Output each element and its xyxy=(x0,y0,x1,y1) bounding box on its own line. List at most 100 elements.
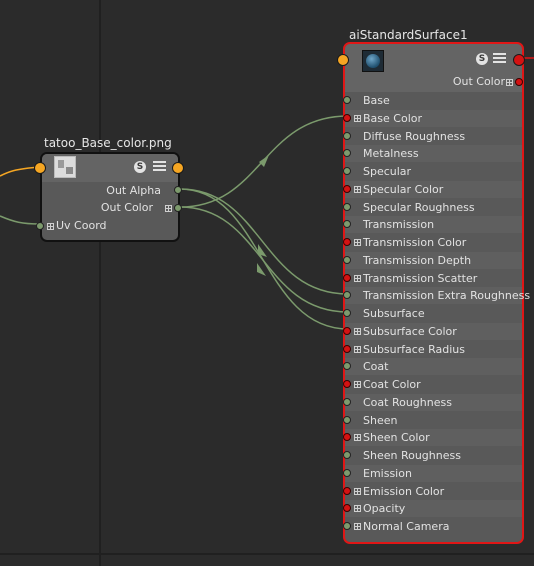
attribute-row[interactable]: Specular Roughness xyxy=(343,199,522,216)
attribute-row[interactable]: Transmission xyxy=(343,216,522,234)
attribute-input-port[interactable] xyxy=(343,149,351,158)
attribute-list-icon[interactable] xyxy=(493,53,506,64)
attribute-row[interactable]: Sheen xyxy=(343,412,522,429)
attribute-input-port[interactable] xyxy=(343,415,351,424)
attribute-label: Base Color xyxy=(363,111,423,125)
expand-attribute-icon[interactable] xyxy=(354,505,361,513)
attribute-row[interactable]: Opacity xyxy=(343,500,522,518)
attribute-label: Metalness xyxy=(363,147,419,161)
texture-output-port[interactable] xyxy=(172,162,184,174)
uv-coord-port[interactable] xyxy=(36,222,44,230)
texture-input-port[interactable] xyxy=(34,162,46,174)
attribute-row[interactable]: Transmission Color xyxy=(343,234,522,251)
out-color-label: Out Color xyxy=(452,75,505,88)
shader-node-title: aiStandardSurface1 xyxy=(349,28,468,42)
attribute-input-port[interactable] xyxy=(343,255,351,264)
out-alpha-port[interactable] xyxy=(174,186,182,194)
attribute-label: Specular Roughness xyxy=(363,200,475,214)
attribute-row[interactable]: Subsurface Color xyxy=(343,322,522,340)
attribute-input-port[interactable] xyxy=(343,433,351,442)
attribute-row[interactable]: Coat Roughness xyxy=(343,393,522,411)
expand-attribute-icon[interactable] xyxy=(354,185,361,193)
attribute-row[interactable]: Normal Camera xyxy=(343,518,522,535)
attribute-input-port[interactable] xyxy=(343,468,351,477)
attribute-input-port[interactable] xyxy=(343,273,351,282)
attribute-label: Specular Color xyxy=(363,182,444,196)
expand-attribute-icon[interactable] xyxy=(354,434,361,442)
out-color-expand-icon[interactable] xyxy=(506,79,513,86)
attribute-label: Sheen Roughness xyxy=(363,449,461,462)
attribute-label: Subsurface Color xyxy=(363,324,457,338)
out-color-port[interactable] xyxy=(515,78,523,86)
incoming-connection-uvcoord xyxy=(0,215,41,225)
attribute-row[interactable]: Transmission Depth xyxy=(343,251,522,269)
attribute-label: Diffuse Roughness xyxy=(363,129,466,143)
attribute-input-port[interactable] xyxy=(343,202,351,211)
connection-outalpha-transmissionextra xyxy=(179,188,349,295)
expand-attribute-icon[interactable] xyxy=(354,381,361,388)
attribute-input-port[interactable] xyxy=(343,291,351,300)
texture-file-node[interactable]: S Out Alpha Out Color Uv Coord xyxy=(34,152,184,242)
attribute-row[interactable]: Metalness xyxy=(343,145,522,163)
expand-attribute-icon[interactable] xyxy=(354,114,361,122)
attribute-label: Coat Roughness xyxy=(363,395,452,409)
attribute-input-port[interactable] xyxy=(343,504,351,513)
attribute-input-port[interactable] xyxy=(343,451,351,459)
expand-attribute-icon[interactable] xyxy=(354,345,361,353)
expand-attribute-icon[interactable] xyxy=(354,327,361,335)
uv-coord-expand-icon[interactable] xyxy=(47,223,54,230)
attribute-row[interactable]: Base xyxy=(343,92,522,109)
attribute-label: Normal Camera xyxy=(363,520,450,533)
attribute-row[interactable]: Specular Color xyxy=(343,180,522,198)
attribute-input-port[interactable] xyxy=(343,113,351,122)
attribute-label: Specular xyxy=(363,165,412,178)
attribute-input-port[interactable] xyxy=(343,184,351,193)
attribute-row[interactable]: Transmission Extra Roughness xyxy=(343,287,530,305)
attribute-row[interactable]: Transmission Scatter xyxy=(343,270,522,287)
attribute-input-port[interactable] xyxy=(343,362,351,371)
arrow-head-icon xyxy=(257,263,266,276)
attribute-input-port[interactable] xyxy=(343,96,351,104)
shader-output-port[interactable] xyxy=(513,54,525,66)
shader-node-header[interactable]: S Out Color xyxy=(345,44,523,92)
attribute-input-port[interactable] xyxy=(343,344,351,353)
texture-node-header[interactable]: S xyxy=(42,154,178,182)
attribute-row[interactable]: Coat Color xyxy=(343,376,522,393)
attribute-label: Sheen xyxy=(363,413,398,427)
attribute-row[interactable]: Subsurface xyxy=(343,305,522,322)
attribute-input-port[interactable] xyxy=(343,167,351,175)
attribute-input-port[interactable] xyxy=(343,380,351,388)
attribute-row[interactable]: Diffuse Roughness xyxy=(343,128,522,145)
attribute-row[interactable]: Emission Color xyxy=(343,483,522,500)
expand-attribute-icon[interactable] xyxy=(354,274,361,282)
out-color-port[interactable] xyxy=(174,204,182,212)
out-color-expand-icon[interactable] xyxy=(165,205,172,212)
expand-attribute-icon[interactable] xyxy=(354,487,361,495)
standard-surface-node[interactable]: S Out Color Base Base Color Diffuse Roughn… xyxy=(337,42,530,544)
attribute-input-port[interactable] xyxy=(343,326,351,335)
expand-attribute-icon[interactable] xyxy=(354,523,361,530)
expand-attribute-icon[interactable] xyxy=(354,239,361,246)
attribute-input-port[interactable] xyxy=(343,522,351,530)
attribute-row[interactable]: Base Color xyxy=(343,109,522,127)
attribute-row[interactable]: Subsurface Radius xyxy=(343,341,522,358)
attribute-input-port[interactable] xyxy=(343,486,351,495)
attribute-label: Subsurface xyxy=(363,307,425,320)
attribute-input-port[interactable] xyxy=(343,397,351,406)
shader-input-port[interactable] xyxy=(337,54,349,66)
swatch-display-icon[interactable]: S xyxy=(134,161,146,173)
attribute-input-port[interactable] xyxy=(343,220,351,229)
attribute-row[interactable]: Emission xyxy=(343,464,522,482)
attribute-list-icon[interactable] xyxy=(153,161,166,172)
attribute-input-port[interactable] xyxy=(343,309,351,317)
attribute-label: Transmission Scatter xyxy=(363,271,478,285)
attribute-row[interactable]: Coat xyxy=(343,358,522,376)
attribute-input-port[interactable] xyxy=(343,131,351,140)
attribute-row[interactable]: Sheen Color xyxy=(343,429,522,447)
attribute-input-port[interactable] xyxy=(343,238,351,246)
attribute-label: Coat Color xyxy=(363,378,421,391)
attribute-row[interactable]: Sheen Roughness xyxy=(343,447,522,464)
attribute-label: Transmission Extra Roughness xyxy=(363,289,531,303)
swatch-display-icon[interactable]: S xyxy=(476,53,488,65)
attribute-row[interactable]: Specular xyxy=(343,163,522,180)
